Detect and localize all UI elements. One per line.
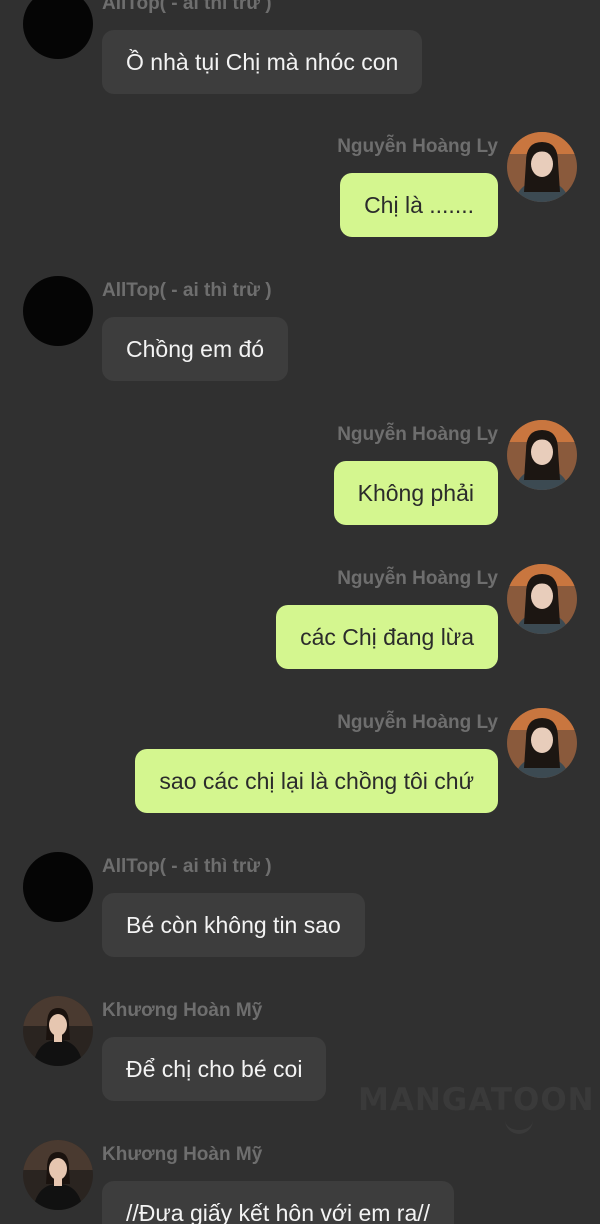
sender-name: AllTop( - ai thì trừ ): [102, 280, 272, 301]
avatar[interactable]: [23, 276, 93, 346]
woman-portrait-icon: [23, 996, 93, 1066]
sender-name: AllTop( - ai thì trừ ): [102, 856, 272, 877]
sender-name: Nguyễn Hoàng Ly: [337, 424, 498, 445]
avatar[interactable]: [507, 564, 577, 634]
message-bubble[interactable]: sao các chị lại là chồng tôi chứ: [135, 749, 498, 813]
sender-name: Khương Hoàn Mỹ: [102, 1000, 263, 1021]
message-bubble[interactable]: Chị là .......: [340, 173, 498, 237]
sender-name: AllTop( - ai thì trừ ): [102, 0, 272, 14]
sender-name: Nguyễn Hoàng Ly: [337, 712, 498, 733]
avatar[interactable]: [23, 852, 93, 922]
avatar[interactable]: [507, 420, 577, 490]
message-bubble[interactable]: Không phải: [333, 461, 498, 525]
avatar[interactable]: [23, 0, 93, 59]
sender-name: Nguyễn Hoàng Ly: [337, 136, 498, 157]
girl-portrait-icon: [507, 420, 577, 490]
girl-portrait-icon: [507, 564, 577, 634]
sender-name: Nguyễn Hoàng Ly: [337, 568, 498, 589]
message-bubble[interactable]: các Chị đang lừa: [276, 605, 498, 669]
avatar[interactable]: [507, 708, 577, 778]
woman-portrait-icon: [23, 1140, 93, 1210]
message-bubble[interactable]: Để chị cho bé coi: [102, 1037, 327, 1101]
girl-portrait-icon: [507, 708, 577, 778]
message-bubble[interactable]: //Đưa giấy kết hôn với em ra//: [102, 1181, 455, 1224]
message-bubble[interactable]: Ồ nhà tụi Chị mà nhóc con: [102, 30, 423, 94]
message-bubble[interactable]: Bé còn không tin sao: [102, 893, 365, 957]
mangatoon-watermark: MANGATOON: [358, 1082, 595, 1118]
chat-thread[interactable]: AllTop( - ai thì trừ ) Ồ nhà tụi Chị mà …: [0, 0, 600, 1224]
sender-name: Khương Hoàn Mỹ: [102, 1144, 263, 1165]
avatar[interactable]: [23, 1140, 93, 1210]
avatar[interactable]: [507, 132, 577, 202]
avatar[interactable]: [23, 996, 93, 1066]
message-bubble[interactable]: Chồng em đó: [102, 317, 289, 381]
girl-portrait-icon: [507, 132, 577, 202]
watermark-smile-icon: [505, 1118, 533, 1134]
